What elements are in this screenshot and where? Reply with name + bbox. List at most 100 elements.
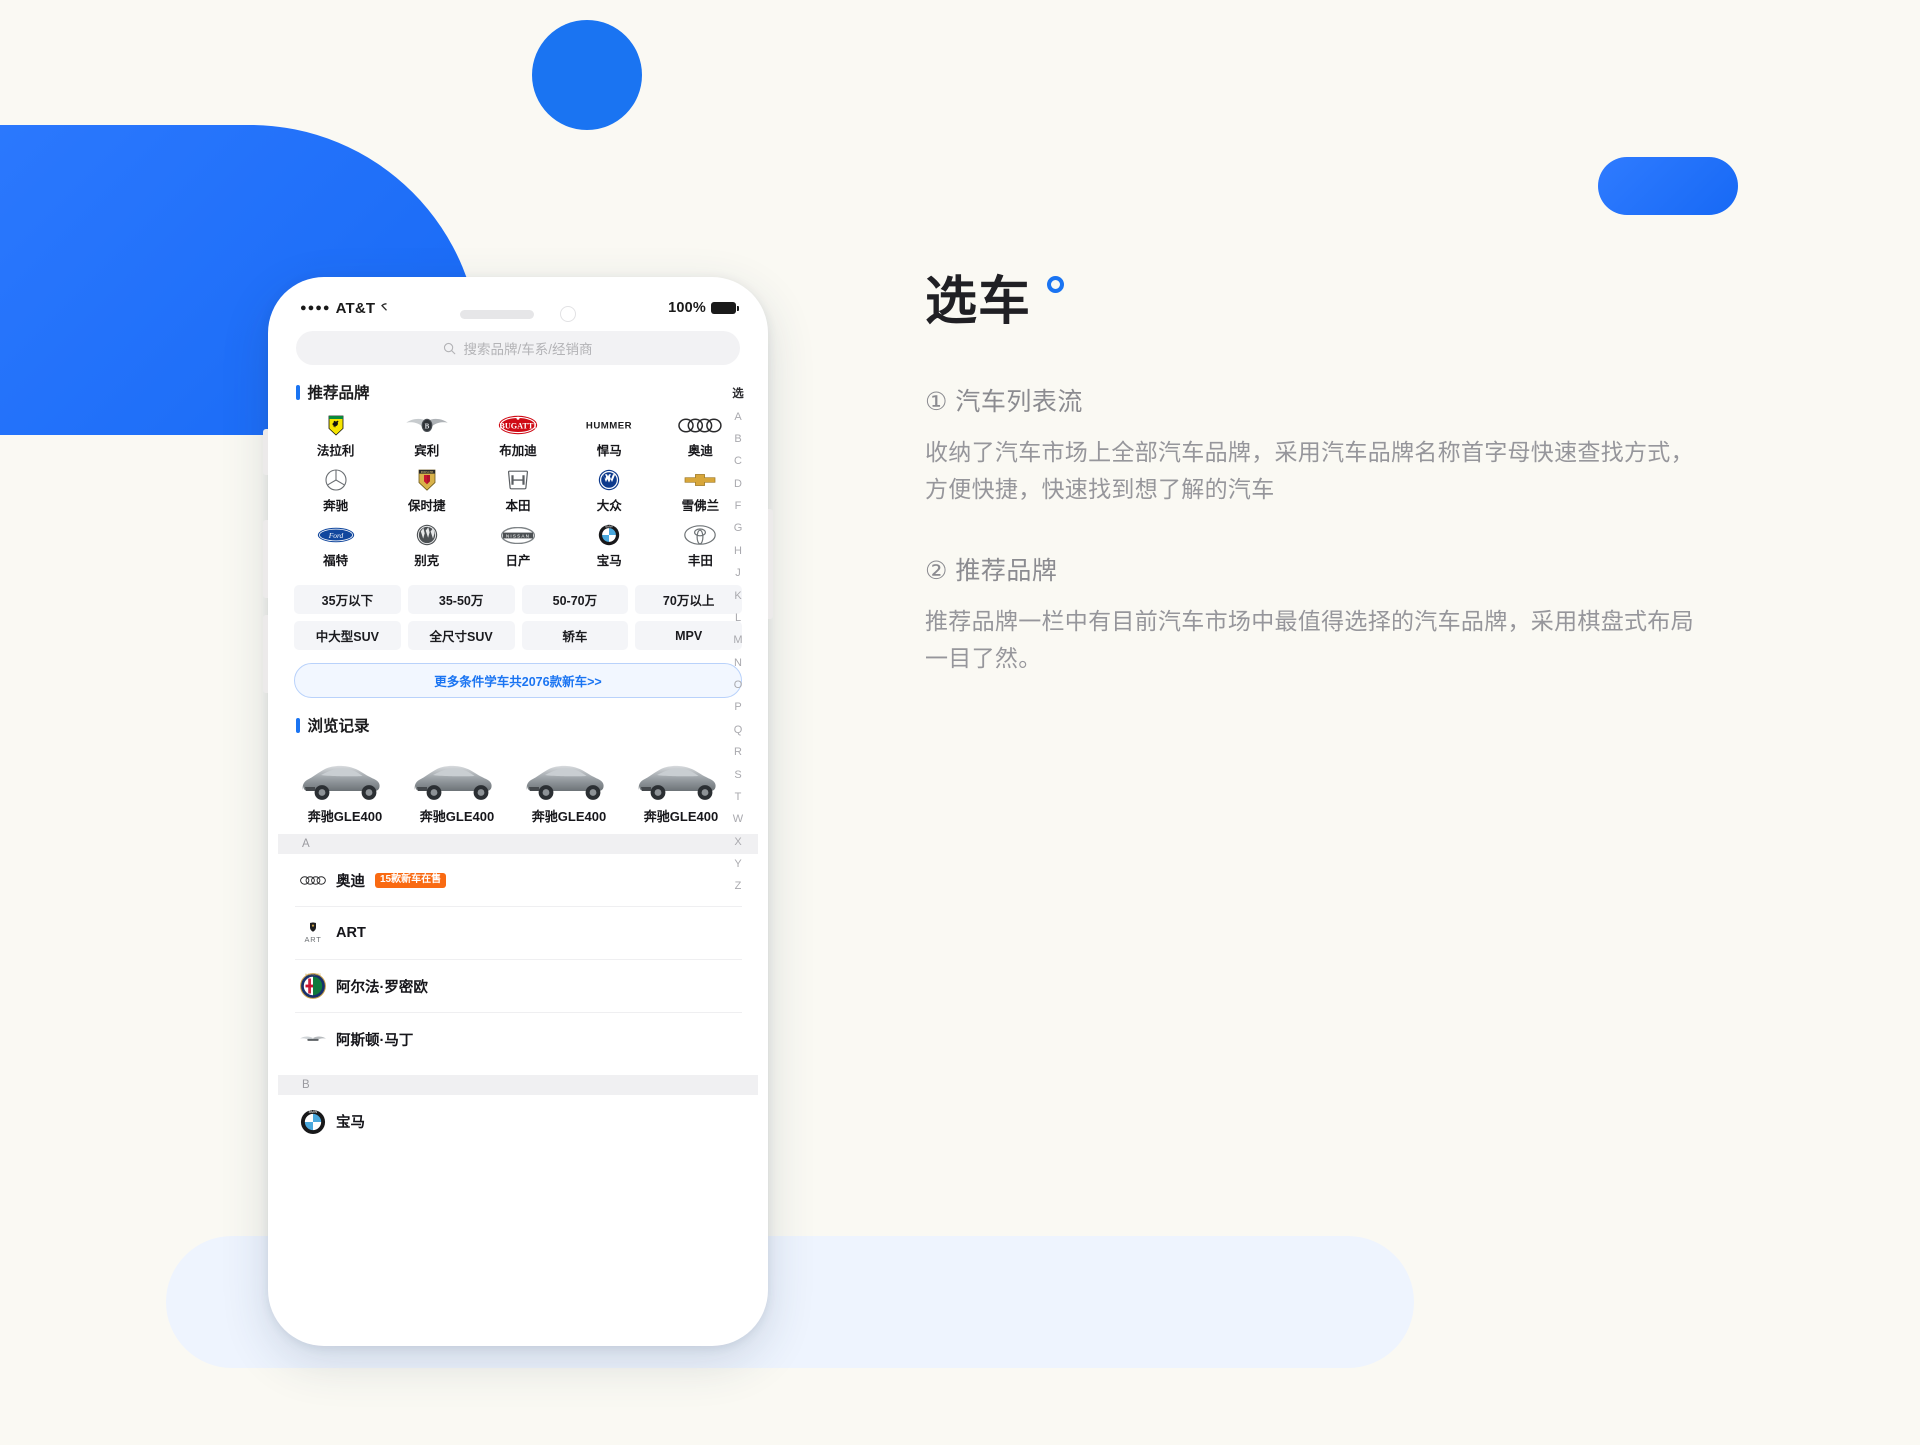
history-card[interactable]: 奔驰GLE400 (407, 749, 507, 825)
brand-cell[interactable]: 本田 (472, 469, 563, 514)
hummer-logo-icon: HUMMER (584, 414, 634, 436)
description-panel: 选车 ① 汽车列表流 收纳了汽车市场上全部汽车品牌，采用汽车品牌名称首字母快速查… (925, 276, 1735, 677)
bmw-logo-icon: BMW (598, 524, 620, 546)
feature-2-heading: ② 推荐品牌 (925, 556, 1058, 585)
brand-cell[interactable]: PORSCHE 保时捷 (381, 469, 472, 514)
svg-text:PORSCHE: PORSCHE (420, 471, 433, 474)
porsche-logo-icon: PORSCHE (418, 469, 436, 491)
recommended-brands-title: 推荐品牌 (307, 385, 370, 402)
brand-list-item-alfa-romeo[interactable]: ALFA ROMEO 阿尔法·罗密欧 (295, 960, 742, 1013)
alpha-index-item-o[interactable]: O (727, 674, 749, 696)
alpha-index-item-z[interactable]: Z (727, 876, 749, 898)
filter-chip-price-under-35[interactable]: 35万以下 (294, 585, 401, 614)
brand-name-label: 奥迪 (687, 444, 713, 458)
alpha-index-item-r[interactable]: R (727, 742, 749, 764)
brand-cell[interactable]: NISSAN 日产 (472, 524, 563, 569)
brand-name-label: 福特 (323, 554, 349, 568)
alpha-index-item-g[interactable]: G (727, 518, 749, 540)
filter-chip-mpv[interactable]: MPV (635, 621, 742, 650)
brand-list-name: 奥迪 (336, 873, 365, 890)
alpha-index-item-h[interactable]: H (727, 540, 749, 562)
brand-list-item-bmw[interactable]: BMW 宝马 (295, 1095, 742, 1148)
history-car-name: 奔驰GLE400 (307, 809, 383, 824)
phone-volume-up-button (263, 520, 268, 598)
brand-cell[interactable]: 法拉利 (290, 414, 381, 459)
brand-cell[interactable]: BUGATTI 布加迪 (472, 414, 563, 459)
brand-cell[interactable]: 奔驰 (290, 469, 381, 514)
filter-chip-sedan[interactable]: 轿车 (521, 621, 629, 650)
brand-cell[interactable]: BMW 宝马 (564, 524, 655, 569)
battery-icon (711, 302, 739, 314)
alpha-index-item-t[interactable]: T (727, 786, 749, 808)
alpha-index-item-l[interactable]: L (727, 607, 749, 629)
alpha-index-item-k[interactable]: K (727, 585, 749, 607)
brand-cell[interactable]: B 宾利 (381, 414, 472, 459)
alpha-index-item-a[interactable]: A (727, 406, 749, 428)
alpha-index-item-w[interactable]: W (727, 809, 749, 831)
brand-name-label: 悍马 (596, 444, 622, 458)
filter-chip-fullsize-suv[interactable]: 全尺寸SUV (407, 621, 515, 650)
alpha-index-item-b[interactable]: B (727, 428, 749, 450)
alpha-index-item-j[interactable]: J (727, 563, 749, 585)
brand-name-label: 本田 (505, 499, 531, 513)
alpha-index-item-x[interactable]: X (727, 831, 749, 853)
brand-cell[interactable]: 大众 (564, 469, 655, 514)
search-input[interactable]: 搜索品牌/车系/经销商 (296, 331, 740, 365)
brand-list-name: ART (336, 925, 366, 941)
recommended-brands-header: 推荐品牌 (278, 365, 758, 412)
more-conditions-button[interactable]: 更多条件学车共2076款新车>> (294, 663, 742, 698)
alpha-index-item-m[interactable]: M (727, 630, 749, 652)
alpha-index-item-d[interactable]: D (727, 473, 749, 495)
svg-text:B: B (424, 422, 429, 430)
brand-list-item-audi[interactable]: 奥迪 15款新车在售 (295, 854, 742, 907)
alpha-index-item-f[interactable]: F (727, 495, 749, 517)
brand-name-label: 宾利 (414, 444, 440, 458)
filter-chip-midsize-suv[interactable]: 中大型SUV (294, 621, 401, 650)
brand-name-label: 布加迪 (499, 444, 537, 458)
feature-1-body: 收纳了汽车市场上全部汽车品牌，采用汽车品牌名称首字母快速查找方式，方便快捷，快速… (925, 439, 1694, 503)
brand-name-label: 奔驰 (323, 499, 349, 513)
brand-list-item-aston-martin[interactable]: 阿斯顿·马丁 (295, 1013, 742, 1066)
car-thumbnail-icon (295, 749, 395, 803)
svg-text:BMW: BMW (606, 524, 614, 528)
alpha-index-item-n[interactable]: N (727, 652, 749, 674)
brand-cell[interactable]: Ford 福特 (290, 524, 381, 569)
svg-text:HUMMER: HUMMER (586, 421, 632, 432)
volkswagen-logo-icon (598, 469, 620, 491)
alpha-index-item-s[interactable]: S (727, 764, 749, 786)
alpha-index-item-p[interactable]: P (727, 697, 749, 719)
alpha-index-item-q[interactable]: Q (727, 719, 749, 741)
phone-mockup: ●●●● AT&T 100% 搜索品牌/车系/经销商 推荐品牌 法拉利 B 宾利… (263, 277, 773, 1346)
brand-name-label: 日产 (505, 554, 531, 568)
filter-chip-price-over-70[interactable]: 70万以上 (635, 585, 742, 614)
car-thumbnail-icon (631, 749, 731, 803)
svg-text:BMW: BMW (309, 1109, 318, 1113)
phone-volume-down-button (263, 615, 268, 693)
feature-2-body: 推荐品牌一栏中有目前汽车市场中最值得选择的汽车品牌，采用棋盘式布局一目了然。 (925, 607, 1694, 671)
brand-cell[interactable]: 别克 (381, 524, 472, 569)
alphabet-index[interactable]: 选 A B C D F G H J K L M N O P Q R S T W … (727, 383, 749, 898)
ferrari-logo-icon (328, 414, 344, 436)
brand-name-label: 保时捷 (408, 499, 446, 513)
alpha-index-item-select[interactable]: 选 (727, 383, 749, 406)
chevrolet-logo-icon (684, 469, 716, 491)
svg-text:NISSAN: NISSAN (506, 533, 530, 538)
history-card[interactable]: 奔驰GLE400 (519, 749, 619, 825)
brand-cell[interactable]: HUMMER 悍马 (564, 414, 655, 459)
status-bar-left: ●●●● AT&T (300, 300, 392, 317)
filter-chip-price-35-50[interactable]: 35-50万 (407, 585, 515, 614)
history-card[interactable]: 奔驰GLE400 (631, 749, 731, 825)
page-title: 选车 (925, 276, 1065, 328)
brand-list-item-art[interactable]: ART ART (295, 907, 742, 960)
section-accent-bar (296, 717, 300, 733)
history-section-header: 浏览记录 (278, 698, 758, 745)
brand-name-label: 宝马 (596, 554, 622, 568)
alpha-index-item-y[interactable]: Y (727, 853, 749, 875)
brand-name-label: 法拉利 (316, 444, 355, 458)
ford-logo-icon: Ford (317, 524, 355, 546)
alpha-index-item-c[interactable]: C (727, 451, 749, 473)
filter-chip-price-50-70[interactable]: 50-70万 (521, 585, 629, 614)
mercedes-logo-icon (325, 469, 347, 491)
history-card[interactable]: 奔驰GLE400 (295, 749, 395, 825)
brand-list-b: BMW 宝马 (278, 1095, 758, 1148)
